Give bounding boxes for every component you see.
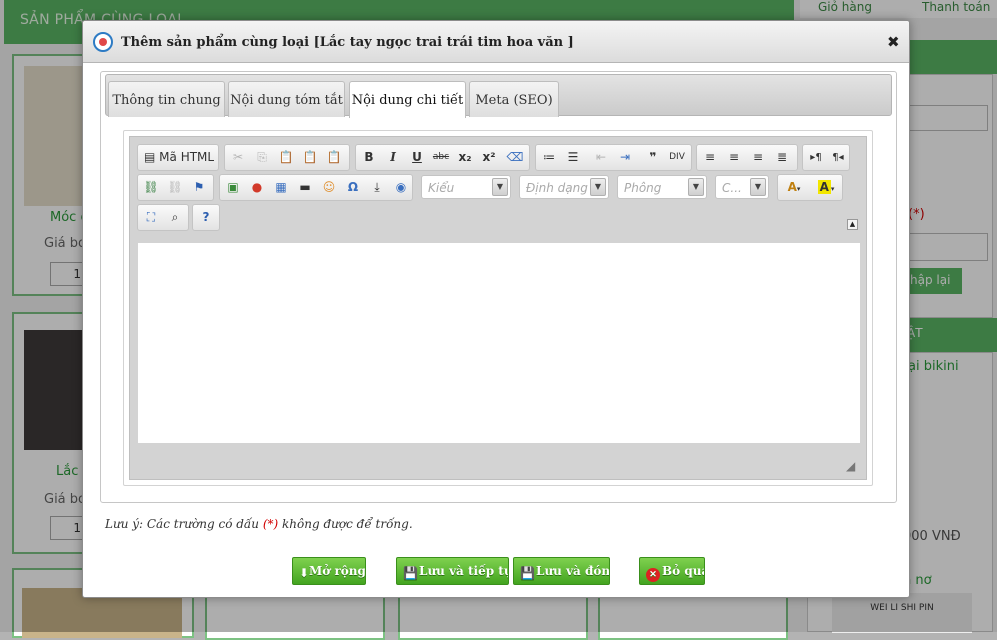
close-icon[interactable]: ✖ <box>887 33 900 51</box>
text-color-icon[interactable]: A▾ <box>780 177 808 198</box>
align-right-icon[interactable]: ≡ <box>747 147 769 168</box>
help-icon[interactable]: ? <box>195 207 217 228</box>
copy-icon[interactable]: ⎘ <box>251 147 273 168</box>
chevron-down-icon: ▼ <box>750 178 766 196</box>
tools-group: ⛶ ⌕ <box>137 204 189 231</box>
div-container-icon[interactable]: DIV <box>666 147 688 168</box>
text-ltr-icon[interactable]: ▸¶ <box>805 147 827 168</box>
subscript-icon[interactable]: x₂ <box>454 147 476 168</box>
paste-text-icon[interactable]: 📋 <box>299 147 321 168</box>
save-close-button[interactable]: 💾Lưu và đóng <box>513 557 610 585</box>
cut-icon[interactable]: ✂ <box>227 147 249 168</box>
background-color-icon[interactable]: A ▾ <box>812 177 840 198</box>
superscript-icon[interactable]: x² <box>478 147 500 168</box>
required-fields-note: Lưu ý: Các trường có dấu (*) không được … <box>105 517 413 531</box>
resize-grip-icon[interactable]: ◢ <box>846 459 860 473</box>
arrow-down-icon: ⬇ <box>299 566 310 580</box>
tab-container: Thông tin chung Nội dung tóm tắt Nội dun… <box>100 71 897 503</box>
app-logo-icon <box>93 32 113 52</box>
color-group: A▾ A ▾ <box>777 174 843 201</box>
table-icon[interactable]: ▦ <box>270 177 292 198</box>
style-dropdown[interactable]: Kiểu ▼ <box>421 175 511 199</box>
page-break-icon[interactable]: ⤓ <box>366 177 388 198</box>
required-mark: (*) <box>262 517 279 531</box>
clipboard-group: ✂ ⎘ 📋 📋 📋 <box>224 144 350 171</box>
tab-meta-seo[interactable]: Meta (SEO) <box>469 81 559 117</box>
align-justify-icon[interactable]: ≣ <box>771 147 793 168</box>
special-char-icon[interactable]: Ω <box>342 177 364 198</box>
outdent-icon[interactable]: ⇤ <box>590 147 612 168</box>
image-icon[interactable]: ▣ <box>222 177 244 198</box>
paste-icon[interactable]: 📋 <box>275 147 297 168</box>
dialog-title: Thêm sản phẩm cùng loại [Lắc tay ngọc tr… <box>121 35 574 50</box>
indent-icon[interactable]: ⇥ <box>614 147 636 168</box>
chevron-down-icon: ▼ <box>590 178 606 196</box>
blockquote-icon[interactable]: ❞ <box>642 147 664 168</box>
cancel-icon: ✕ <box>646 568 660 582</box>
numbered-list-icon[interactable]: ≔ <box>538 147 560 168</box>
italic-icon[interactable]: I <box>382 147 404 168</box>
source-button[interactable]: ▤ Mã HTML <box>140 147 218 168</box>
show-blocks-icon[interactable]: ⌕ <box>164 207 186 228</box>
link-icon[interactable]: ⛓ <box>140 177 162 198</box>
text-rtl-icon[interactable]: ¶◂ <box>827 147 849 168</box>
source-group: ▤ Mã HTML <box>137 144 219 171</box>
iframe-globe-icon[interactable]: ◉ <box>390 177 412 198</box>
horizontal-line-icon[interactable]: ▬ <box>294 177 316 198</box>
bulleted-list-icon[interactable]: ☰ <box>562 147 584 168</box>
add-product-dialog: Thêm sản phẩm cùng loại [Lắc tay ngọc tr… <box>82 20 910 598</box>
floppy-disk-icon: 💾 <box>403 566 418 580</box>
document-icon: ▤ <box>144 150 156 164</box>
chevron-down-icon: ▼ <box>688 178 704 196</box>
strikethrough-icon[interactable]: abc <box>430 147 452 168</box>
dialog-titlebar: Thêm sản phẩm cùng loại [Lắc tay ngọc tr… <box>83 21 909 63</box>
flash-icon[interactable]: ● <box>246 177 268 198</box>
rich-text-editor: ▤ Mã HTML ✂ ⎘ 📋 📋 📋 B I U abc x₂ x² ⌫ ≔ … <box>123 130 873 486</box>
size-dropdown[interactable]: C... ▼ <box>715 175 769 199</box>
tab-bar: Thông tin chung Nội dung tóm tắt Nội dun… <box>105 74 892 118</box>
format-dropdown[interactable]: Định dạng ▼ <box>519 175 609 199</box>
formatting-group: B I U abc x₂ x² ⌫ <box>355 144 530 171</box>
align-center-icon[interactable]: ≡ <box>723 147 745 168</box>
align-left-icon[interactable]: ≡ <box>699 147 721 168</box>
tab-summary[interactable]: Nội dung tóm tắt <box>228 81 345 117</box>
align-group: ≡ ≡ ≡ ≣ <box>696 144 798 171</box>
font-dropdown[interactable]: Phông ▼ <box>617 175 707 199</box>
insert-group: ▣ ● ▦ ▬ ☺ Ω ⤓ ◉ <box>219 174 413 201</box>
collapse-toolbar-icon[interactable]: ▲ <box>847 219 858 230</box>
anchor-flag-icon[interactable]: ⚑ <box>188 177 210 198</box>
maximize-icon[interactable]: ⛶ <box>140 207 162 228</box>
tab-detail-content[interactable]: Nội dung chi tiết <box>349 81 466 118</box>
link-group: ⛓ ⛓ ⚑ <box>137 174 214 201</box>
skip-button[interactable]: ✕ Bỏ qua <box>639 557 705 585</box>
editor-content-area[interactable] <box>138 243 860 443</box>
direction-group: ▸¶ ¶◂ <box>802 144 850 171</box>
help-group: ? <box>192 204 220 231</box>
paste-word-icon[interactable]: 📋 <box>323 147 345 168</box>
eraser-icon[interactable]: ⌫ <box>504 147 526 168</box>
expand-button[interactable]: ⬇Mở rộng <box>292 557 366 585</box>
editor-chrome: ▤ Mã HTML ✂ ⎘ 📋 📋 📋 B I U abc x₂ x² ⌫ ≔ … <box>129 136 867 480</box>
tab-general-info[interactable]: Thông tin chung <box>108 81 225 117</box>
chevron-down-icon: ▼ <box>492 178 508 196</box>
bold-icon[interactable]: B <box>358 147 380 168</box>
unlink-icon[interactable]: ⛓ <box>164 177 186 198</box>
floppy-disk-icon: 💾 <box>520 566 535 580</box>
underline-icon[interactable]: U <box>406 147 428 168</box>
list-group: ≔ ☰ ⇤ ⇥ ❞ DIV <box>535 144 692 171</box>
smiley-icon[interactable]: ☺ <box>318 177 340 198</box>
save-continue-button[interactable]: 💾Lưu và tiếp tục <box>396 557 509 585</box>
